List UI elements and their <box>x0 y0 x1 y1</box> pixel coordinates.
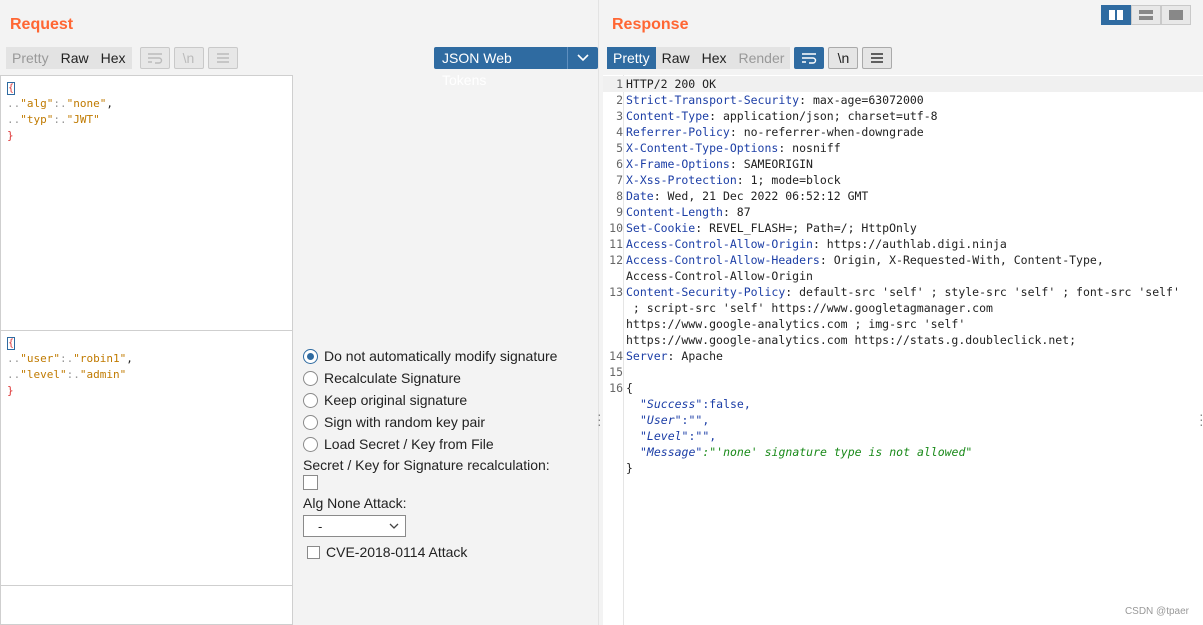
close-brace: } <box>7 129 14 142</box>
tab-hex[interactable]: Hex <box>695 47 733 69</box>
radio-random-key[interactable]: Sign with random key pair <box>303 411 557 433</box>
columns-icon <box>1109 10 1123 20</box>
json-line: .."user":."robin1", <box>7 352 133 365</box>
response-line: Access-Control-Allow-Origin <box>626 269 813 283</box>
response-line: 7 X-Xss-Protection: 1; mode=block <box>616 173 841 187</box>
json-line: .."alg":."none", <box>7 97 113 110</box>
layout-toggle <box>1101 5 1191 25</box>
response-line: 10 Set-Cookie: REVEL_FLASH=; Path=/; Http… <box>609 221 917 235</box>
json-close-line: } <box>626 461 633 475</box>
wrap-icon <box>147 53 162 64</box>
menu-button[interactable] <box>862 47 893 69</box>
response-line: 14 Server: Apache <box>609 349 723 363</box>
response-line: 1 HTTP/2 200 OK <box>603 76 1203 92</box>
response-title: Response <box>612 16 689 33</box>
json-line: .."typ":."JWT" <box>7 113 100 126</box>
request-title: Request <box>10 16 74 33</box>
open-brace: { <box>7 81 15 95</box>
watermark: CSDN @tpaer <box>1124 606 1189 617</box>
newline-icon: \n <box>182 50 195 66</box>
response-line: 4 Referrer-Policy: no-referrer-when-downg… <box>616 125 924 139</box>
json-body-line: "Message":"'none' signature type is not … <box>640 445 973 459</box>
response-line: 13 Content-Security-Policy: default-src '… <box>609 285 1180 299</box>
jwt-signature-editor[interactable] <box>0 585 293 625</box>
radio-recalculate[interactable]: Recalculate Signature <box>303 367 557 389</box>
hamburger-icon <box>216 53 229 63</box>
newline-button[interactable]: \n <box>173 47 204 69</box>
response-line: 8 Date: Wed, 21 Dec 2022 06:52:12 GMT <box>616 189 869 203</box>
response-line: https://www.google-analytics.com ; img-s… <box>626 317 966 331</box>
response-line: 6 X-Frame-Options: SAMEORIGIN <box>616 157 813 171</box>
signature-options: Do not automatically modify signature Re… <box>303 345 557 563</box>
chevron-down-icon <box>568 47 598 69</box>
cve-2018-0114-checkbox[interactable]: CVE-2018-0114 Attack <box>303 541 557 563</box>
radio-icon <box>303 436 318 452</box>
secret-key-field[interactable] <box>303 475 318 490</box>
tab-raw[interactable]: Raw <box>655 47 696 69</box>
menu-button[interactable] <box>207 47 238 69</box>
response-line: 5 X-Content-Type-Options: nosniff <box>616 141 841 155</box>
response-line: 2 Strict-Transport-Security: max-age=6307… <box>616 93 924 107</box>
response-line: 11 Access-Control-Allow-Origin: https://a… <box>609 237 1007 251</box>
wrap-lines-button[interactable] <box>794 47 825 69</box>
response-tabs: Pretty Raw Hex Render \n <box>607 47 893 69</box>
radio-icon <box>303 414 318 430</box>
wrap-lines-button[interactable] <box>139 47 170 69</box>
response-line: 16{ <box>609 381 633 395</box>
json-line: .."level":."admin" <box>7 368 127 381</box>
radio-icon <box>303 392 318 408</box>
request-pane: Request Pretty Raw Hex \n JSON Web Token… <box>0 0 598 625</box>
response-line: 12 Access-Control-Allow-Headers: Origin, … <box>609 253 1104 267</box>
tab-hex[interactable]: Hex <box>94 47 132 69</box>
tab-pretty[interactable]: Pretty <box>6 47 55 69</box>
close-brace: } <box>7 384 14 397</box>
radio-keep-original[interactable]: Keep original signature <box>303 389 557 411</box>
jwt-header-editor[interactable]: { .."alg":."none", .."typ":."JWT" } <box>0 75 293 331</box>
rows-icon <box>1139 10 1153 20</box>
layout-stacked-button[interactable] <box>1131 5 1161 25</box>
response-editor[interactable]: 1 HTTP/2 200 OK 2 Strict-Transport-Security… <box>603 75 1203 625</box>
response-pane: Response Pretty Raw Hex Render \n 1 HTTP/… <box>603 0 1203 625</box>
radio-load-secret[interactable]: Load Secret / Key from File <box>303 433 557 455</box>
wrap-icon <box>802 53 817 64</box>
open-brace: { <box>7 336 15 350</box>
hamburger-icon <box>871 53 884 63</box>
splitter-handle-icon[interactable]: ··· <box>597 407 602 431</box>
secret-label: Secret / Key for Signature recalculation… <box>303 457 550 473</box>
response-line: ; script-src 'self' https://www.googleta… <box>626 301 993 315</box>
jwt-dropdown-label: JSON Web Tokens <box>434 47 569 88</box>
json-body-line: "Success":false, <box>640 397 751 411</box>
radio-selected-icon <box>303 348 318 364</box>
response-line: https://www.google-analytics.com https:/… <box>626 333 1077 347</box>
single-panel-icon <box>1169 10 1183 20</box>
response-line: 15 <box>609 365 623 379</box>
layout-side-by-side-button[interactable] <box>1101 5 1131 25</box>
tab-raw[interactable]: Raw <box>54 47 95 69</box>
chevron-down-icon <box>389 523 399 529</box>
splitter-handle-icon[interactable]: ··· <box>1199 407 1203 431</box>
alg-none-select[interactable]: - <box>303 515 406 537</box>
jwt-payload-editor[interactable]: { .."user":."robin1", .."level":."admin"… <box>0 330 293 586</box>
newline-icon: \n <box>837 50 850 66</box>
radio-icon <box>303 370 318 386</box>
checkbox-icon <box>307 545 320 559</box>
newline-button[interactable]: \n <box>828 47 859 69</box>
alg-none-label: Alg None Attack: <box>303 495 407 511</box>
response-line: 3 Content-Type: application/json; charset… <box>616 109 938 123</box>
json-body-line: "User":"", <box>640 413 710 427</box>
layout-tabs-button[interactable] <box>1161 5 1191 25</box>
tab-render[interactable]: Render <box>732 47 791 69</box>
tab-pretty[interactable]: Pretty <box>607 47 656 69</box>
request-tabs: Pretty Raw Hex \n <box>6 47 238 69</box>
jwt-editor-dropdown[interactable]: JSON Web Tokens <box>434 47 598 88</box>
json-body-line: "Level":"", <box>640 429 717 443</box>
response-line: 9 Content-Length: 87 <box>616 205 751 219</box>
radio-do-not-modify[interactable]: Do not automatically modify signature <box>303 345 557 367</box>
